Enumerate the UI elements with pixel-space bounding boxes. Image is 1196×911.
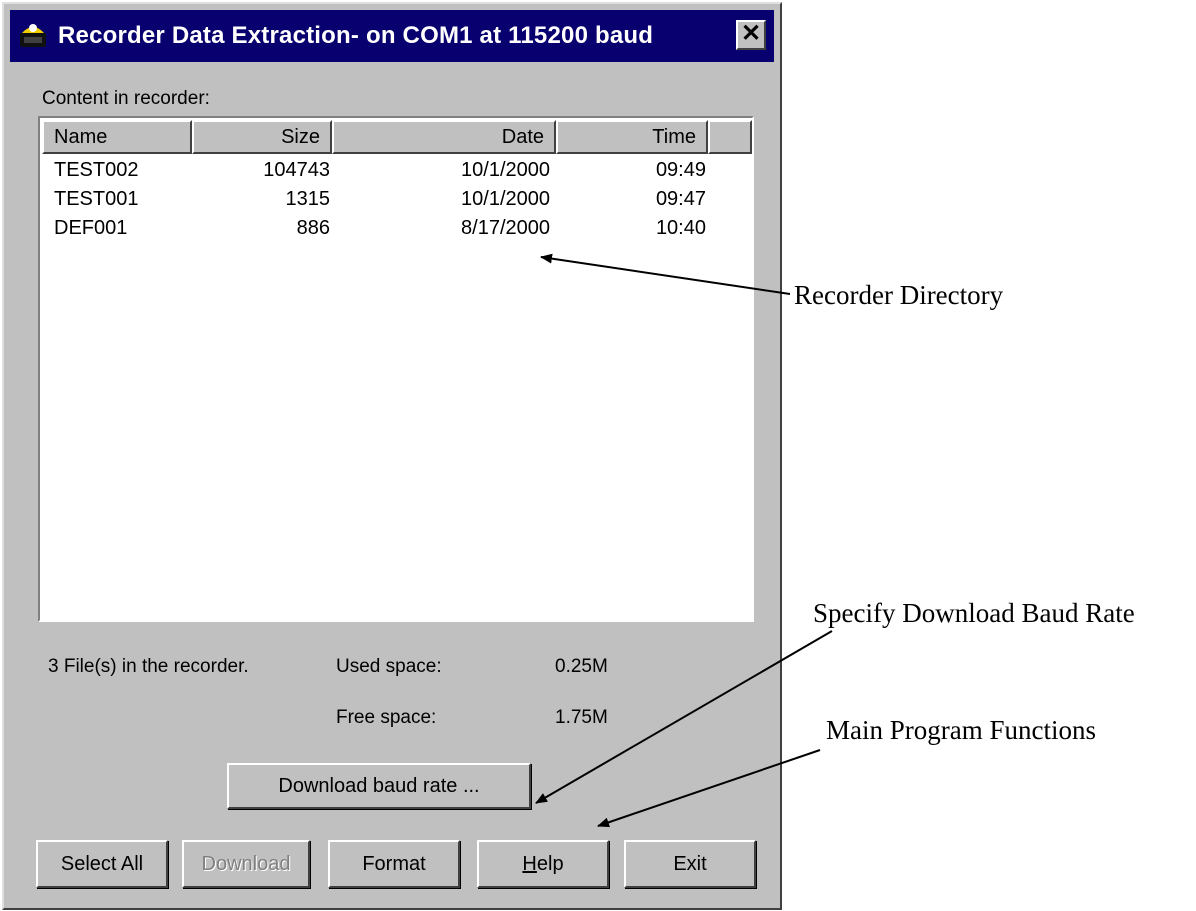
baud-rate-arrow [535,630,833,804]
baud-rate-callout: Specify Download Baud Rate [813,598,1135,628]
recorder-directory-arrow [540,253,791,295]
main-functions-callout: Main Program Functions [826,715,1096,745]
callout-arrows [535,253,833,828]
main-functions-arrow [597,749,821,828]
recorder-directory-callout: Recorder Directory [794,280,1004,310]
